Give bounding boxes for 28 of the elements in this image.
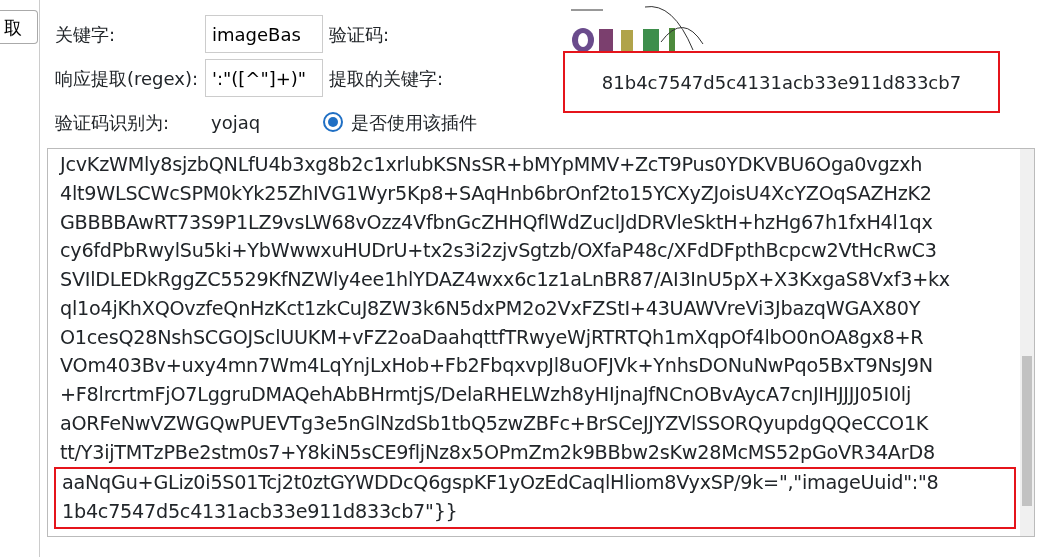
text-line: aaNqGu+GLiz0i5S01Tcj2t0ztGYWDDcQ6gspKF1yOzEdCaqlHliom8VyxSP/9k=","imageUuid":"8 bbox=[62, 470, 940, 497]
field-label: 验证码: bbox=[328, 22, 391, 47]
text-line: 1b4c7547d5c4131acb33e911d833cb7"}} bbox=[62, 499, 459, 525]
recognized-value: yojaq bbox=[210, 110, 262, 135]
regex-field[interactable]: ':"([^"]+)" bbox=[205, 59, 323, 97]
scrollbar-thumb[interactable] bbox=[1022, 356, 1032, 506]
response-textarea[interactable] bbox=[47, 148, 1035, 537]
field-label: 关键字: bbox=[54, 22, 117, 47]
scrollbar[interactable] bbox=[1020, 149, 1034, 536]
text-line: +F8lrcrtmFjO7LggruDMAQehAbBHrmtjS/DelaRHELWzh8yHIjnaJfNCnOBvAycA7cnJIHJJJJ05I0lj bbox=[60, 382, 912, 408]
field-label: 验证码识别为: bbox=[54, 110, 171, 135]
radio-label: 是否使用该插件 bbox=[351, 110, 477, 135]
text-line: ql1o4jKhXQOvzfeQnHzKct1zkCuJ8ZW3k6N5dxPM2o2VxFZStI+43UAWVreVi3JbazqWGAX80Y bbox=[60, 295, 922, 322]
keyword-field[interactable]: imageBas bbox=[205, 15, 323, 53]
text-line: JcvKzWMly8sjzbQNLfU4b3xg8b2c1xrlubKSNsSR+bMYpMMV+ZcT9Pus0YDKVBU6Oga0vgzxh bbox=[60, 152, 924, 178]
side-button[interactable]: 取 bbox=[0, 10, 38, 44]
text-line: O1cesQ28NshSCGOJSclUUKM+vFZ2oaDaahqttfTRwyeWjRTRTQh1mXqpOf4lbO0nOA8gx8+R bbox=[60, 324, 925, 351]
field-label: 提取的关键字: bbox=[328, 66, 445, 91]
text-line: SVIlDLEDkRggZC5529KfNZWly4ee1hlYDAZ4wxx6c1z1aLnBR87/AI3InU5pX+X3KxgaS8Vxf3+kx bbox=[60, 267, 951, 293]
text-line: cy6fdPbRwylSu5ki+YbWwwxuHUDrU+tx2s3i2zjvSgtzb/OXfaP48c/XFdDFpthBcpcw2VtHcRwC3 bbox=[60, 238, 938, 265]
field-label: 响应提取(regex): bbox=[54, 66, 200, 91]
text-line: 4lt9WLSCWcSPM0kYk25ZhIVG1Wyr5Kp8+SAqHnb6brOnf2to15YCXyZJoisU4XcYZOqSAZHzK2 bbox=[60, 180, 933, 207]
radio-button[interactable] bbox=[323, 112, 343, 132]
text-line: VOm403Bv+uxy4mn7Wm4LqYnjLxHob+Fb2FbqxvpJl8uOFJVk+YnhsDONuNwPqo5BxT9NsJ9N bbox=[60, 353, 934, 380]
text-line: aORFeNwVZWGQwPUEVTg3e5nGlNzdSb1tbQ5zwZBFc+BrSCeJJYZVlSSORQyupdgQQeCCO1K bbox=[60, 410, 930, 437]
text-line: tt/Y3ijTMTzPBe2stm0s7+Y8kiN5sCE9fljNz8x5OPmZm2k9BBbw2sKw28McMS52pGoVR34ArD8 bbox=[60, 439, 936, 466]
extracted-keyword: 81b4c7547d5c4131acb33e911d833cb7 bbox=[563, 51, 1000, 113]
text-line: GBBBBAwRT73S9P1LZ9vsLW68vOzz4VfbnGcZHHQflWdZuclJdDRVleSktH+hzHg67h1fxH4l1qx bbox=[60, 209, 934, 236]
